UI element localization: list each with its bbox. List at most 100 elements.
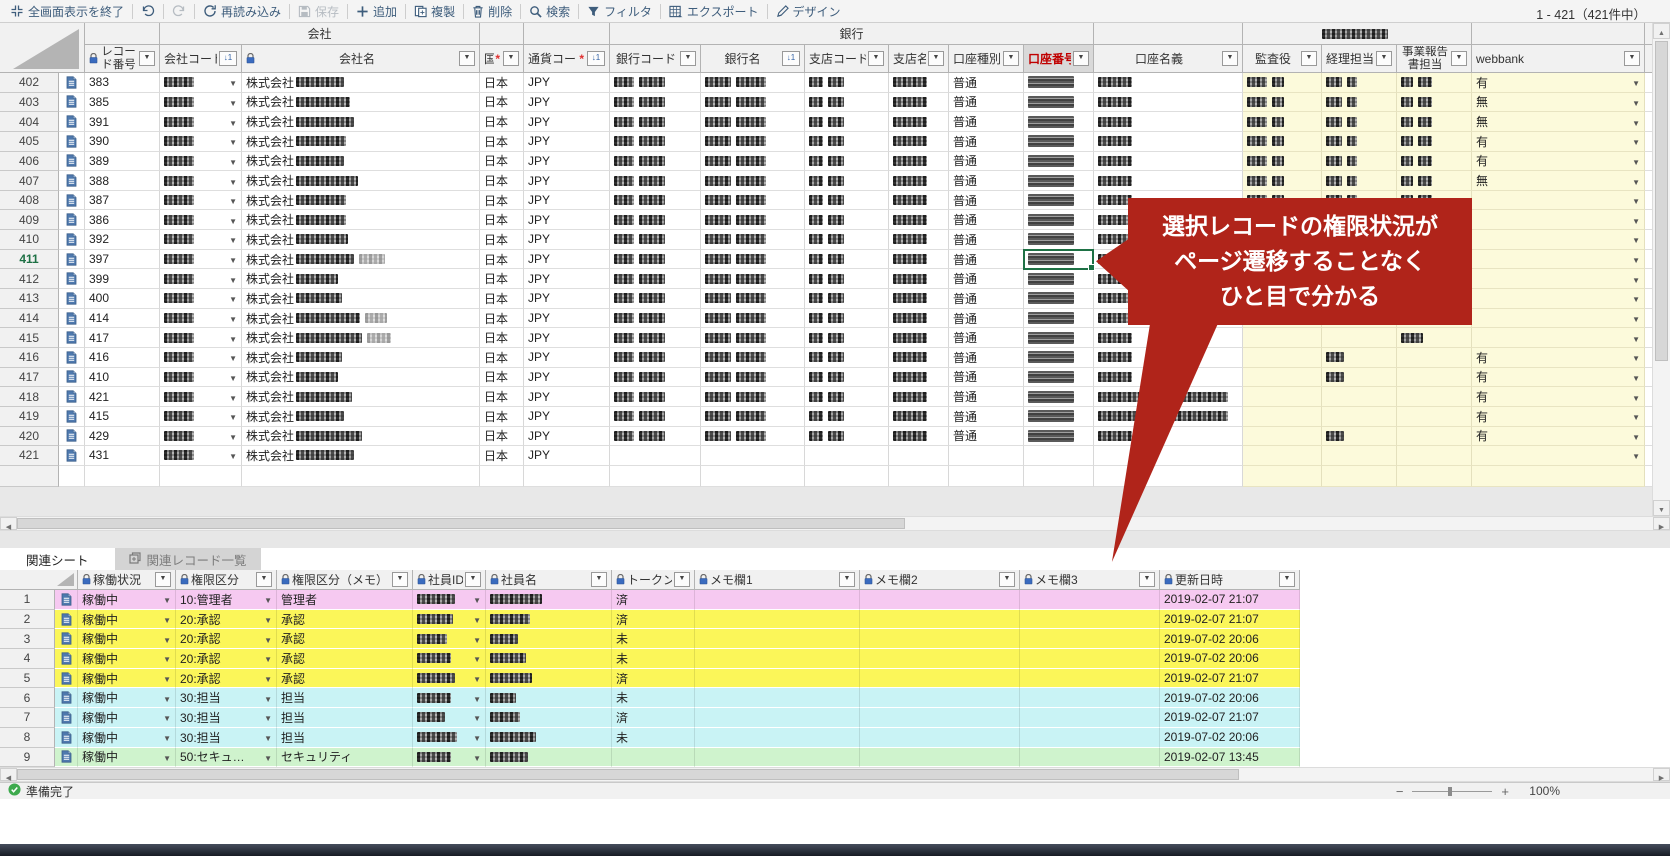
row-number[interactable]: 404 bbox=[0, 112, 59, 132]
webbank-cell[interactable]: 無 bbox=[1472, 171, 1645, 191]
account-type-cell[interactable]: 普通 bbox=[949, 367, 1024, 388]
currency-cell[interactable]: JPY bbox=[524, 426, 610, 447]
cell-dropdown-arrow-icon[interactable] bbox=[473, 651, 481, 665]
horizontal-scroll-thumb[interactable] bbox=[17, 518, 905, 529]
column-header-支店コード[interactable]: 支店コード bbox=[805, 45, 889, 73]
company-name-cell[interactable]: 株式会社 bbox=[242, 426, 480, 447]
accounting-staff-cell[interactable] bbox=[1322, 171, 1397, 191]
auditor-cell[interactable] bbox=[1243, 387, 1322, 407]
webbank-cell[interactable]: 有 bbox=[1472, 131, 1645, 152]
account-type-cell[interactable]: 普通 bbox=[949, 308, 1024, 329]
memo2-cell[interactable] bbox=[860, 727, 1020, 748]
row-number[interactable]: 421 bbox=[0, 446, 59, 466]
cell-dropdown-arrow-icon[interactable] bbox=[473, 691, 481, 705]
company-name-cell[interactable]: 株式会社 bbox=[242, 190, 480, 211]
bank-code-cell[interactable] bbox=[610, 269, 701, 290]
operation-status-cell[interactable]: 稼働中 bbox=[78, 747, 176, 768]
cell-dropdown-arrow-icon[interactable] bbox=[229, 291, 237, 305]
record-detail-icon[interactable] bbox=[66, 213, 77, 226]
record-number-cell[interactable]: 397 bbox=[85, 249, 160, 270]
memo1-cell[interactable] bbox=[695, 629, 860, 650]
cell-dropdown-arrow-icon[interactable] bbox=[163, 592, 171, 606]
cell-dropdown-arrow-icon[interactable] bbox=[1632, 75, 1640, 89]
bank-code-cell[interactable] bbox=[610, 151, 701, 172]
bank-name-cell[interactable] bbox=[701, 230, 805, 250]
row-number[interactable]: 405 bbox=[0, 131, 59, 152]
country-cell[interactable]: 日本 bbox=[480, 131, 524, 152]
currency-cell[interactable]: JPY bbox=[524, 347, 610, 368]
bank-name-cell[interactable] bbox=[701, 112, 805, 132]
accounting-staff-cell[interactable] bbox=[1322, 131, 1397, 152]
branch-name-cell[interactable] bbox=[889, 112, 949, 132]
account-type-cell[interactable]: 普通 bbox=[949, 406, 1024, 427]
currency-cell[interactable]: JPY bbox=[524, 92, 610, 113]
record-detail-icon[interactable] bbox=[66, 311, 77, 325]
account-number-cell[interactable] bbox=[1024, 151, 1094, 172]
bank-code-cell[interactable] bbox=[610, 328, 701, 348]
record-icon-cell[interactable] bbox=[59, 406, 85, 427]
branch-code-cell[interactable] bbox=[805, 367, 889, 388]
record-number-cell[interactable]: 416 bbox=[85, 347, 160, 368]
row-number[interactable]: 1 bbox=[0, 590, 55, 610]
currency-cell[interactable]: JPY bbox=[524, 367, 610, 388]
auditor-cell[interactable] bbox=[1243, 151, 1322, 172]
operation-status-cell[interactable]: 稼働中 bbox=[78, 688, 176, 709]
bank-name-cell[interactable] bbox=[701, 249, 805, 270]
record-icon-cell[interactable] bbox=[55, 668, 78, 689]
cell-dropdown-arrow-icon[interactable] bbox=[163, 750, 171, 764]
cell-dropdown-arrow-icon[interactable] bbox=[163, 632, 171, 646]
row-number[interactable]: 413 bbox=[0, 289, 59, 309]
row-number[interactable]: 8 bbox=[0, 727, 55, 748]
permission-category-cell[interactable]: 10:管理者 bbox=[176, 590, 277, 610]
branch-name-cell[interactable] bbox=[889, 426, 949, 447]
company-name-cell[interactable]: 株式会社 bbox=[242, 406, 480, 427]
row-number[interactable]: 403 bbox=[0, 92, 59, 113]
record-detail-icon[interactable] bbox=[61, 750, 72, 763]
employee-id-cell[interactable] bbox=[413, 590, 486, 610]
company-code-cell[interactable] bbox=[160, 446, 242, 466]
column-dropdown-button[interactable] bbox=[155, 572, 171, 587]
memo1-cell[interactable] bbox=[695, 688, 860, 709]
account-type-cell[interactable]: 普通 bbox=[949, 426, 1024, 447]
column-header-メモ欄2[interactable]: メモ欄2 bbox=[860, 570, 1020, 590]
bank-name-cell[interactable] bbox=[701, 289, 805, 309]
bank-code-cell[interactable] bbox=[610, 230, 701, 250]
accounting-staff-cell[interactable] bbox=[1322, 367, 1397, 388]
account-number-cell[interactable] bbox=[1024, 73, 1094, 93]
record-icon-cell[interactable] bbox=[55, 629, 78, 650]
record-icon-cell[interactable] bbox=[59, 210, 85, 231]
bank-code-cell[interactable] bbox=[610, 308, 701, 329]
webbank-cell[interactable]: 有 bbox=[1472, 73, 1645, 93]
cell-dropdown-arrow-icon[interactable] bbox=[473, 612, 481, 626]
column-dropdown-button[interactable] bbox=[392, 572, 408, 587]
permission-memo-cell[interactable]: 承認 bbox=[277, 649, 413, 669]
business-report-staff-cell[interactable] bbox=[1397, 426, 1472, 447]
column-sort-filter-button[interactable] bbox=[587, 51, 605, 66]
record-number-cell[interactable]: 385 bbox=[85, 92, 160, 113]
company-name-cell[interactable]: 株式会社 bbox=[242, 171, 480, 191]
column-dropdown-button[interactable] bbox=[1624, 51, 1640, 66]
accounting-staff-cell[interactable] bbox=[1322, 446, 1397, 466]
bank-name-cell[interactable] bbox=[701, 367, 805, 388]
record-number-cell[interactable]: 410 bbox=[85, 367, 160, 388]
row-number[interactable]: 9 bbox=[0, 747, 55, 768]
bank-code-cell[interactable] bbox=[610, 406, 701, 427]
operation-status-cell[interactable]: 稼働中 bbox=[78, 727, 176, 748]
country-cell[interactable]: 日本 bbox=[480, 308, 524, 329]
row-number[interactable]: 417 bbox=[0, 367, 59, 388]
related-grid-corner[interactable] bbox=[0, 570, 78, 590]
company-code-cell[interactable] bbox=[160, 406, 242, 427]
updated-at-cell[interactable]: 2019-02-07 21:07 bbox=[1160, 590, 1300, 610]
cell-dropdown-arrow-icon[interactable] bbox=[1632, 134, 1640, 148]
cell-dropdown-arrow-icon[interactable] bbox=[229, 115, 237, 129]
record-detail-icon[interactable] bbox=[61, 593, 72, 606]
cell-dropdown-arrow-icon[interactable] bbox=[1632, 115, 1640, 129]
memo1-cell[interactable] bbox=[695, 708, 860, 728]
company-code-cell[interactable] bbox=[160, 249, 242, 270]
record-detail-icon[interactable] bbox=[61, 671, 72, 685]
branch-code-cell[interactable] bbox=[805, 446, 889, 466]
permission-category-cell[interactable]: 20:承認 bbox=[176, 668, 277, 689]
cell-dropdown-arrow-icon[interactable] bbox=[229, 390, 237, 404]
permission-memo-cell[interactable]: 担当 bbox=[277, 708, 413, 728]
record-number-cell[interactable]: 417 bbox=[85, 328, 160, 348]
